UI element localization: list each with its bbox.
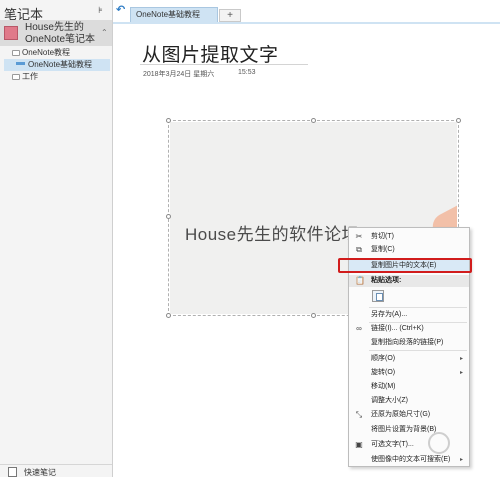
page-date: 2018年3月24日 星期六 (143, 71, 215, 78)
chevron-up-icon[interactable]: ⌃ (101, 28, 108, 37)
resize-handle[interactable] (311, 118, 316, 123)
alt-text-icon: ▣ (355, 440, 363, 449)
section-group-icon (12, 74, 20, 80)
submenu-arrow-icon: ▸ (459, 370, 463, 376)
section-onenote-basics[interactable]: OneNote基础教程 (4, 59, 110, 71)
menu-item-resize[interactable]: 调整大小(Z) (349, 395, 469, 407)
resize-handle[interactable] (166, 118, 171, 123)
section-group-icon (12, 50, 20, 56)
quick-notes-button[interactable]: 快速笔记 (0, 464, 112, 477)
menu-item-order[interactable]: 顺序(O) ▸ (349, 353, 469, 365)
section-group-label: 工作 (22, 72, 38, 81)
menu-item-copy[interactable]: ⧉ 复制(C) (349, 244, 469, 256)
menu-item-rotate[interactable]: 旋转(O) ▸ (349, 367, 469, 379)
notebook-color-icon (4, 26, 18, 40)
quick-notes-icon (8, 467, 17, 477)
add-section-button[interactable]: + (219, 9, 241, 22)
page-time: 15:53 (238, 69, 256, 76)
watermark-logo (428, 428, 494, 468)
resize-handle[interactable] (456, 118, 461, 123)
section-label: OneNote基础教程 (28, 60, 93, 69)
paste-keep-source-format-icon[interactable] (372, 290, 384, 302)
quick-notes-label: 快速笔记 (24, 468, 56, 477)
menu-separator (369, 307, 467, 308)
notebook-name: House先生的OneNote笔记本 (25, 22, 96, 45)
highlight-annotation (338, 258, 472, 273)
pin-icon[interactable]: ⊧ (98, 5, 103, 16)
menu-item-link[interactable]: ∞ 链接(I)... (Ctrl+K) (349, 323, 469, 335)
restore-size-icon: ⤡ (355, 410, 363, 419)
back-arrow-icon[interactable]: ↶ (116, 3, 125, 16)
submenu-arrow-icon: ▸ (459, 356, 463, 362)
menu-item-restore-original-size[interactable]: ⤡ 还原为原始尺寸(G) (349, 409, 469, 421)
resize-handle[interactable] (166, 214, 171, 219)
menu-separator (369, 350, 467, 351)
notebook-pane: 笔记本 ⊧ House先生的OneNote笔记本 ⌃ OneNote教程 One… (0, 0, 113, 477)
section-group-work[interactable]: 工作 (12, 71, 38, 83)
section-tab-icon (16, 62, 25, 65)
resize-handle[interactable] (311, 313, 316, 318)
tab-onenote-basics[interactable]: OneNote基础教程 (130, 7, 218, 22)
menu-item-save-as[interactable]: 另存为(A)... (349, 309, 469, 321)
menu-item-move[interactable]: 移动(M) (349, 381, 469, 393)
copy-icon: ⧉ (356, 245, 362, 254)
image-text: House先生的软件论坛 (185, 225, 360, 244)
title-divider (140, 64, 308, 65)
notebook-item[interactable]: House先生的OneNote笔记本 ⌃ (0, 20, 112, 46)
page-title[interactable]: 从图片提取文字 (142, 40, 279, 67)
section-group-label: OneNote教程 (22, 48, 71, 57)
cut-icon: ✂ (355, 232, 363, 241)
section-group-onenote-tutorial[interactable]: OneNote教程 (12, 47, 70, 59)
watermark-circle-icon (428, 432, 450, 454)
menu-item-cut[interactable]: ✂ 剪切(T) (349, 231, 469, 243)
tab-underline (113, 22, 500, 24)
menu-item-paste-options: 📋 粘贴选项: (349, 275, 469, 287)
link-icon: ∞ (356, 324, 362, 333)
resize-handle[interactable] (166, 313, 171, 318)
paste-icon: 📋 (355, 276, 365, 285)
menu-item-copy-paragraph-link[interactable]: 复制指向段落的链接(P) (349, 337, 469, 349)
section-tab-strip: ↶ OneNote基础教程 + (113, 0, 500, 24)
